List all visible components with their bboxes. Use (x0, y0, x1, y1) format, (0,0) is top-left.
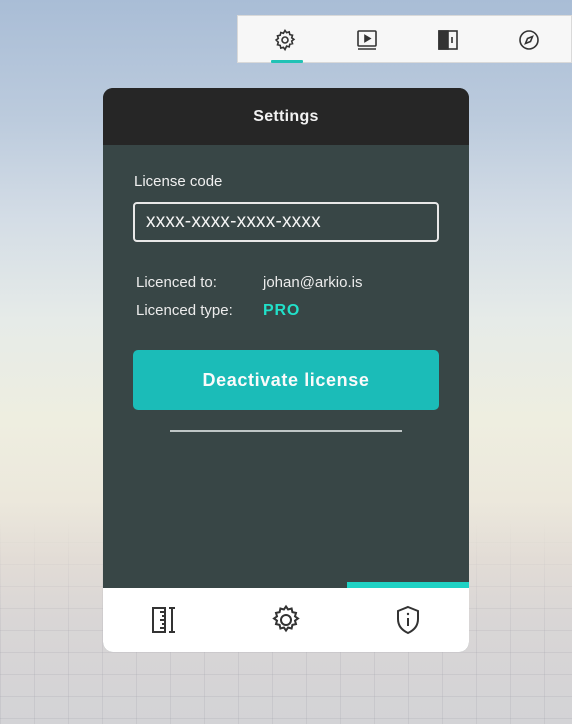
video-player-icon (357, 30, 377, 50)
tab-navigation[interactable] (499, 16, 559, 64)
tab-settings[interactable] (255, 16, 315, 64)
compass-icon (519, 30, 539, 50)
shield-info-icon (397, 605, 419, 635)
panel-split-icon (438, 30, 458, 50)
gear-icon (274, 29, 296, 52)
tab-license-info[interactable] (347, 588, 469, 652)
gear-icon (272, 604, 300, 633)
license-code-label: License code (134, 173, 223, 190)
tab-settings-bottom[interactable] (225, 588, 347, 652)
top-toolbar (237, 15, 572, 63)
divider (170, 430, 402, 432)
bottom-tab-bar (103, 582, 469, 652)
panel-header: Settings (103, 88, 469, 145)
tab-panels[interactable] (418, 16, 478, 64)
licenced-type-value: PRO (263, 302, 301, 319)
tab-measure[interactable] (103, 588, 225, 652)
licenced-type-label: Licenced type: (136, 302, 233, 319)
licenced-to-row: Licenced to: johan@arkio.is (136, 274, 362, 291)
licenced-type-row: Licenced type: PRO (136, 302, 299, 319)
measure-ruler-icon (152, 607, 175, 633)
settings-panel: Settings License code Licenced to: johan… (103, 88, 469, 652)
panel-title: Settings (253, 107, 319, 125)
licenced-to-value: johan@arkio.is (263, 274, 363, 291)
tab-media[interactable] (337, 16, 397, 64)
deactivate-license-button[interactable]: Deactivate license (133, 350, 439, 410)
active-tab-indicator (271, 60, 303, 63)
license-code-input[interactable] (133, 202, 439, 242)
licenced-to-label: Licenced to: (136, 274, 217, 291)
